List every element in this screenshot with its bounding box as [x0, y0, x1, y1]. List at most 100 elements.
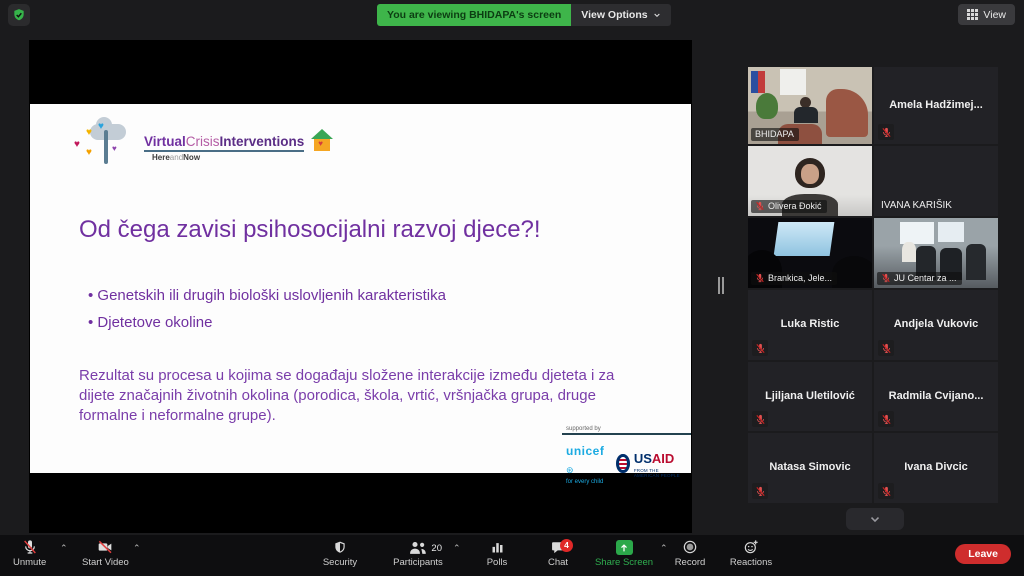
- security-button[interactable]: Security: [317, 538, 363, 568]
- participants-button[interactable]: 20 Participants: [385, 538, 451, 568]
- unicef-logo: unicef ⊛ for every child: [566, 442, 604, 485]
- reactions-label: Reactions: [730, 557, 772, 568]
- start-video-button[interactable]: Start Video: [82, 538, 129, 568]
- view-button-label: View: [983, 9, 1006, 21]
- bhidapa-house-icon: ♥: [310, 129, 334, 153]
- meeting-top-bar: You are viewing BHIDAPA's screen View Op…: [0, 0, 1024, 30]
- video-tile-brankica[interactable]: Brankica, Jele...: [748, 218, 872, 288]
- video-tile-ivana-divcic[interactable]: Ivana Divcic: [874, 433, 998, 503]
- share-screen-label: Share Screen: [595, 557, 653, 568]
- usaid-emblem-icon: [616, 454, 629, 473]
- participant-name-label: BHIDAPA: [751, 128, 799, 141]
- record-icon: [682, 538, 698, 555]
- slide-bullet: Djetetove okoline: [88, 309, 446, 336]
- muted-mic-icon: [878, 124, 894, 140]
- camera-muted-icon: [96, 538, 114, 555]
- muted-mic-icon: [755, 273, 765, 283]
- share-screen-icon: [616, 538, 633, 555]
- mic-muted-icon: [22, 538, 38, 555]
- share-screen-button[interactable]: Share Screen: [592, 538, 656, 568]
- muted-mic-icon: [752, 340, 768, 356]
- record-label: Record: [675, 557, 706, 568]
- muted-mic-icon: [755, 201, 765, 211]
- video-options-chevron[interactable]: ⌃: [133, 543, 141, 554]
- participants-options-chevron[interactable]: ⌃: [453, 543, 461, 554]
- participant-name-label: Amela Hadžimej...: [874, 99, 998, 111]
- chat-label: Chat: [548, 557, 568, 568]
- viewing-banner: You are viewing BHIDAPA's screen: [377, 4, 571, 26]
- gallery-grid-icon: [967, 9, 978, 20]
- chat-icon: 4: [550, 538, 566, 555]
- share-options-chevron[interactable]: ⌃: [660, 543, 668, 554]
- video-tile-ju-centar[interactable]: JU Centar za ...: [874, 218, 998, 288]
- shared-screen-area: ♥ ♥ ♥ ♥ ♥ VirtualCrisisInterventions Her…: [29, 40, 692, 533]
- record-button[interactable]: Record: [668, 538, 712, 568]
- video-tile-radmila[interactable]: Radmila Cvijano...: [874, 362, 998, 431]
- participant-name-label: Natasa Simovic: [748, 461, 872, 473]
- muted-mic-icon: [878, 340, 894, 356]
- hearts-tree-icon: ♥ ♥ ♥ ♥ ♥: [72, 122, 140, 174]
- encryption-shield-icon[interactable]: [8, 4, 30, 26]
- view-options-label: View Options: [581, 4, 647, 26]
- chat-button[interactable]: 4 Chat: [540, 538, 576, 568]
- video-tile-natasa[interactable]: Natasa Simovic: [748, 433, 872, 503]
- participants-label: Participants: [393, 557, 443, 568]
- polls-button[interactable]: Polls: [477, 538, 517, 568]
- shield-icon: [333, 538, 347, 555]
- slide-title: Od čega zavisi psihosocijalni razvoj dje…: [79, 216, 541, 244]
- participant-name-label: JU Centar za ...: [877, 272, 962, 285]
- gallery-scroll-down-button[interactable]: [846, 508, 904, 530]
- muted-mic-icon: [881, 273, 891, 283]
- view-options-button[interactable]: View Options: [571, 4, 670, 26]
- participant-name-label: Olivera Đokić: [751, 200, 827, 213]
- start-video-label: Start Video: [82, 557, 129, 568]
- slide-footer: supported by unicef ⊛ for every child US…: [562, 426, 691, 485]
- participants-count: 20: [431, 543, 442, 554]
- video-tile-andjela[interactable]: Andjela Vukovic: [874, 290, 998, 360]
- video-tile-bhidapa[interactable]: BHIDAPA: [748, 67, 872, 144]
- polls-label: Polls: [487, 557, 508, 568]
- video-tile-ivana-karisik[interactable]: IVANA KARIŠIK: [874, 146, 998, 216]
- participant-name-label: IVANA KARIŠIK: [877, 199, 957, 213]
- unmute-button[interactable]: Unmute: [13, 538, 46, 568]
- video-tile-olivera[interactable]: Olivera Đokić: [748, 146, 872, 216]
- screen-share-banner-group: You are viewing BHIDAPA's screen View Op…: [377, 4, 671, 26]
- supported-by-label: supported by: [566, 426, 691, 432]
- participant-name-label: Luka Ristic: [748, 318, 872, 330]
- chevron-down-icon: [868, 512, 882, 526]
- meeting-toolbar: Unmute ⌃ Start Video ⌃ Security 20 Parti…: [0, 535, 1024, 576]
- panel-resize-handle[interactable]: [718, 277, 724, 294]
- audio-options-chevron[interactable]: ⌃: [60, 543, 68, 554]
- leave-button[interactable]: Leave: [955, 544, 1011, 564]
- video-tile-amela[interactable]: Amela Hadžimej...: [874, 67, 998, 144]
- view-button[interactable]: View: [958, 4, 1015, 25]
- reactions-button[interactable]: Reactions: [726, 538, 776, 568]
- slide-paragraph: Rezultat su procesa u kojima se događaju…: [79, 366, 631, 426]
- usaid-logo: USAID FROM THE AMERICAN PEOPLE: [616, 450, 685, 478]
- muted-mic-icon: [878, 411, 894, 427]
- chevron-down-icon: [653, 11, 661, 19]
- slide-bullet: Genetskih ili drugih biološki uslovljeni…: [88, 282, 446, 309]
- participant-name-label: Brankica, Jele...: [751, 272, 837, 285]
- slide-bullet-list: Genetskih ili drugih biološki uslovljeni…: [88, 282, 446, 336]
- reactions-smiley-icon: [743, 538, 759, 555]
- participant-name-label: Ivana Divcic: [874, 461, 998, 473]
- video-tile-luka[interactable]: Luka Ristic: [748, 290, 872, 360]
- unicef-globe-icon: ⊛: [566, 465, 574, 475]
- participant-name-label: Andjela Vukovic: [874, 318, 998, 330]
- logo-title: VirtualCrisisInterventions: [144, 134, 304, 152]
- muted-mic-icon: [752, 411, 768, 427]
- polls-icon: [490, 538, 505, 555]
- participants-icon: 20: [408, 538, 428, 555]
- chat-unread-badge: 4: [560, 539, 573, 552]
- participant-name-label: Radmila Cvijano...: [874, 390, 998, 402]
- participant-name-label: Ljiljana Uletilović: [748, 390, 872, 402]
- muted-mic-icon: [878, 483, 894, 499]
- video-tile-ljiljana[interactable]: Ljiljana Uletilović: [748, 362, 872, 431]
- vci-logo: ♥ ♥ ♥ ♥ ♥ VirtualCrisisInterventions Her…: [72, 122, 334, 174]
- logo-subtitle: HereandNow: [152, 153, 304, 162]
- security-label: Security: [323, 557, 357, 568]
- unmute-label: Unmute: [13, 557, 46, 568]
- presentation-slide: ♥ ♥ ♥ ♥ ♥ VirtualCrisisInterventions Her…: [30, 104, 691, 473]
- muted-mic-icon: [752, 483, 768, 499]
